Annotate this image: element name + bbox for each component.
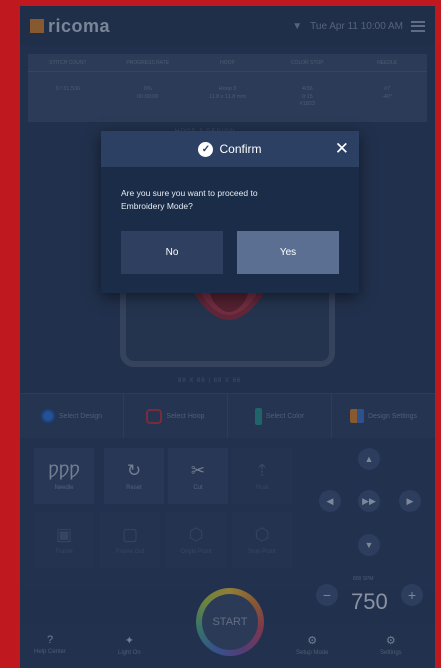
dialog-buttons: No Yes [121, 231, 339, 274]
dialog-header: ✓ Confirm ✕ [101, 131, 359, 167]
modal-overlay [20, 6, 435, 668]
yes-button[interactable]: Yes [237, 231, 339, 274]
dialog-title: Confirm [219, 142, 262, 156]
dialog-message: Are you sure you want to proceed to Embr… [121, 188, 258, 211]
dialog-title-group: ✓ Confirm [198, 141, 262, 157]
device-screen: ricoma ▼ Tue Apr 11 10:00 AM STITCH COUN… [20, 6, 435, 668]
confirm-dialog: ✓ Confirm ✕ Are you sure you want to pro… [101, 131, 359, 293]
no-button[interactable]: No [121, 231, 223, 274]
outer-frame: ricoma ▼ Tue Apr 11 10:00 AM STITCH COUN… [0, 0, 441, 668]
close-icon[interactable]: ✕ [335, 139, 349, 159]
check-circle-icon: ✓ [198, 141, 214, 157]
